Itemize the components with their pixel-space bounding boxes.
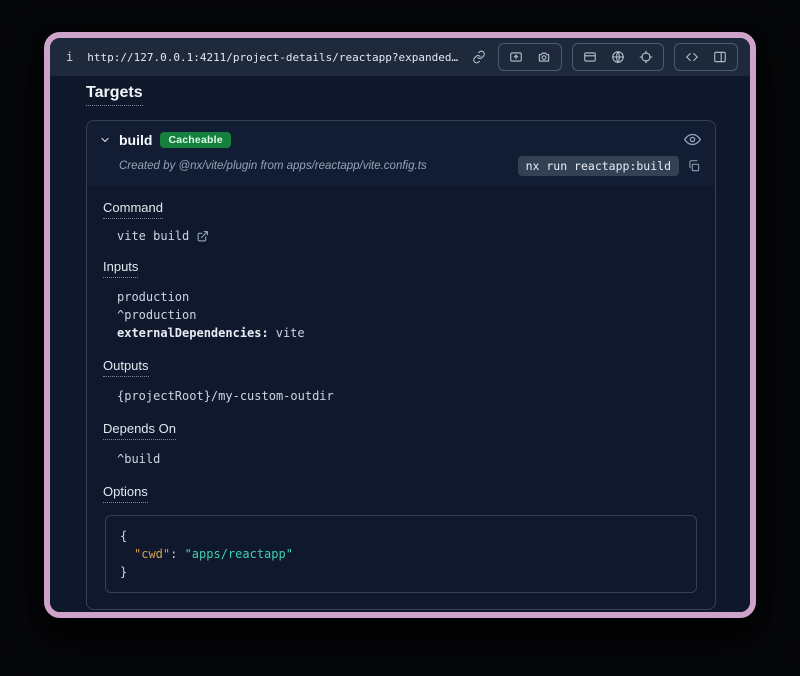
split-view-icon[interactable] (711, 48, 729, 66)
section-options: Options (103, 484, 699, 503)
screen-share-icon[interactable] (507, 48, 525, 66)
input-item: ^production (117, 306, 699, 324)
globe-icon[interactable] (609, 48, 627, 66)
target-name[interactable]: build (119, 132, 152, 148)
build-target-card: build Cacheable Created by @nx/vite/plug… (86, 120, 716, 610)
page-title: Targets (86, 84, 716, 106)
build-card-body: Command vite build Inputs production ^pr… (87, 186, 715, 609)
eye-icon[interactable] (684, 131, 701, 148)
capture-icon-group (498, 43, 562, 71)
input-item: externalDependencies:vite (117, 324, 699, 342)
window-icon[interactable] (581, 48, 599, 66)
view-icon-group (572, 43, 664, 71)
external-link-icon[interactable] (196, 230, 209, 243)
code-icon[interactable] (683, 48, 701, 66)
section-outputs: Outputs (103, 358, 699, 377)
address-bar-url[interactable]: http://127.0.0.1:4211/project-details/re… (87, 51, 460, 64)
options-code-block: { "cwd": "apps/reactapp" } (105, 515, 697, 593)
created-by-text: Created by @nx/vite/plugin from apps/rea… (119, 160, 427, 172)
run-command-chip: nx run reactapp:build (518, 156, 679, 176)
command-value: vite build (117, 229, 189, 243)
titlebar-actions (470, 43, 738, 71)
section-inputs: Inputs (103, 259, 699, 278)
browser-window: i http://127.0.0.1:4211/project-details/… (44, 32, 756, 618)
section-depends-on: Depends On (103, 421, 699, 440)
dev-icon-group (674, 43, 738, 71)
chevron-down-icon[interactable] (99, 134, 111, 146)
browser-titlebar: i http://127.0.0.1:4211/project-details/… (50, 38, 750, 76)
project-details-page: Targets build Cacheable Created by @nx/v… (50, 76, 750, 614)
link-icon[interactable] (470, 48, 488, 66)
depends-on-item: ^build (117, 450, 699, 468)
input-item: production (117, 288, 699, 306)
output-item: {projectRoot}/my-custom-outdir (117, 387, 699, 405)
options-cwd-line: "cwd": "apps/reactapp" (120, 545, 682, 563)
cacheable-badge: Cacheable (160, 132, 230, 148)
crosshair-icon[interactable] (637, 48, 655, 66)
build-card-header: build Cacheable Created by @nx/vite/plug… (87, 121, 715, 186)
camera-icon[interactable] (535, 48, 553, 66)
section-command: Command (103, 200, 699, 219)
info-icon: i (62, 50, 77, 64)
copy-icon[interactable] (687, 159, 701, 173)
